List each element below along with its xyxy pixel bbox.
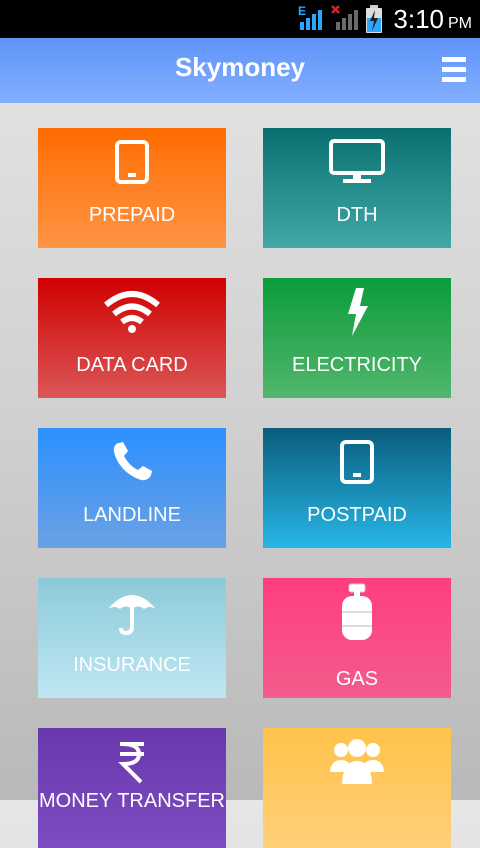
- tile-label: PREPAID: [88, 204, 176, 226]
- status-bar: E 3:10 PM: [0, 0, 480, 38]
- tile-landline[interactable]: LANDLINE: [38, 428, 226, 548]
- battery-charging-icon: [366, 5, 382, 33]
- tile-insurance[interactable]: INSURANCE: [38, 578, 226, 698]
- app-header: Skymoney: [0, 38, 480, 103]
- tile-prepaid[interactable]: PREPAID: [38, 128, 226, 248]
- menu-bar-3: [442, 77, 466, 82]
- lightning-icon: [263, 288, 451, 336]
- tile-label: LANDLINE: [83, 504, 181, 526]
- gas-cylinder-icon: [263, 582, 451, 642]
- rupee-icon: [38, 738, 226, 786]
- tile-electricity[interactable]: ELECTRICITY: [263, 278, 451, 398]
- clock: 3:10 PM: [393, 4, 472, 35]
- menu-bar-2: [442, 67, 466, 72]
- group-icon: [263, 738, 451, 786]
- tile-money-transfer[interactable]: MONEY TRANSFER: [38, 728, 226, 848]
- tile-label: MONEY TRANSFER: [39, 790, 225, 812]
- tile-data-card[interactable]: DATA CARD: [38, 278, 226, 398]
- clock-time: 3:10: [393, 4, 444, 34]
- tile-label: GAS: [335, 668, 379, 690]
- tile-dth[interactable]: DTH: [263, 128, 451, 248]
- tile-label: POSTPAID: [307, 504, 407, 526]
- tile-group[interactable]: [263, 728, 451, 848]
- monitor-icon: [263, 138, 451, 186]
- wifi-icon: [38, 288, 226, 336]
- tablet-icon: [38, 138, 226, 186]
- tile-postpaid[interactable]: POSTPAID: [263, 428, 451, 548]
- umbrella-icon: [38, 588, 226, 636]
- network-signal-icon: E: [298, 4, 322, 30]
- tile-label: DTH: [336, 204, 378, 226]
- network-type-label: E: [298, 4, 306, 18]
- clock-ampm: PM: [448, 15, 472, 32]
- tile-label: DATA CARD: [76, 354, 188, 376]
- menu-bar-1: [442, 57, 466, 62]
- tablet-icon: [263, 438, 451, 486]
- phone-icon: [38, 438, 226, 486]
- tile-label: ELECTRICITY: [291, 354, 423, 376]
- menu-button[interactable]: [442, 57, 466, 83]
- tile-label: INSURANCE: [73, 654, 191, 676]
- no-signal-icon: [331, 5, 358, 30]
- tile-gas[interactable]: GAS: [263, 578, 451, 698]
- app-title: Skymoney: [174, 52, 306, 82]
